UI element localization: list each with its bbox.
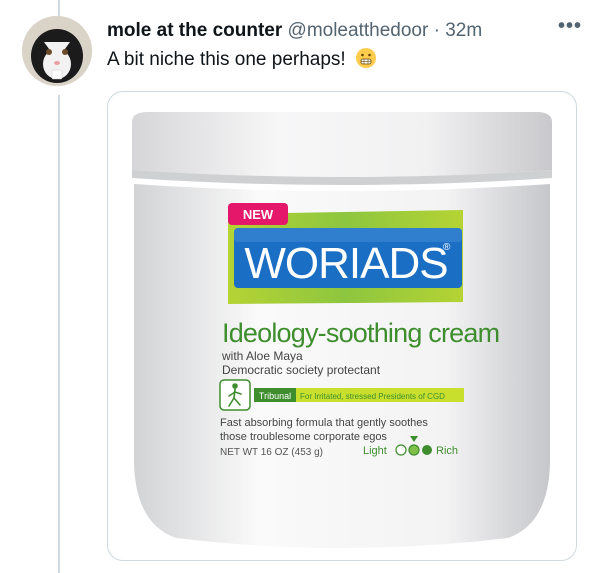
- user-handle[interactable]: @moleatthedoor: [288, 20, 429, 41]
- scale-light-label: Light: [363, 445, 387, 457]
- thread-line: [58, 95, 60, 573]
- scale-dot-rich: [422, 445, 432, 455]
- jar-lid: [132, 112, 552, 177]
- timestamp[interactable]: 32m: [445, 20, 482, 41]
- tweet-media-image[interactable]: NEW WORIADS ® Ideology-soothing cream wi…: [107, 91, 577, 561]
- scale-dot-light: [395, 444, 407, 456]
- tweet-text: A bit niche this one perhaps!: [107, 47, 377, 73]
- grimacing-face-icon: [356, 48, 376, 68]
- scale-dot-medium: [408, 444, 420, 456]
- tribunal-label: Tribunal: [259, 391, 291, 401]
- new-badge-label: NEW: [243, 207, 274, 222]
- avatar-image: [22, 16, 92, 86]
- product-name: Ideology-soothing cream: [222, 318, 499, 348]
- display-name[interactable]: mole at the counter: [107, 20, 282, 41]
- product-sub-2: Democratic society protectant: [222, 363, 381, 377]
- desc-line-2: those troublesome corporate egos: [220, 431, 387, 443]
- separator-dot: ·: [433, 20, 440, 41]
- tweet-body: A bit niche this one perhaps!: [107, 49, 346, 70]
- desc-line-1: Fast absorbing formula that gently sooth…: [220, 417, 428, 429]
- tribunal-desc: For Irritated, stressed Presidents of CG…: [300, 392, 445, 401]
- brand-name: WORIADS: [244, 239, 447, 288]
- product-jar-illustration: NEW WORIADS ® Ideology-soothing cream wi…: [132, 112, 552, 548]
- scale-rich-label: Rich: [436, 445, 458, 457]
- product-sub-1: with Aloe Maya: [221, 349, 303, 363]
- more-options-icon[interactable]: •••: [558, 16, 582, 36]
- trademark-mark: ®: [443, 242, 451, 253]
- net-weight: NET WT 16 OZ (453 g): [220, 447, 323, 458]
- avatar[interactable]: [22, 16, 92, 86]
- tweet-header: mole at the counter @moleatthedoor · 32m: [107, 19, 482, 43]
